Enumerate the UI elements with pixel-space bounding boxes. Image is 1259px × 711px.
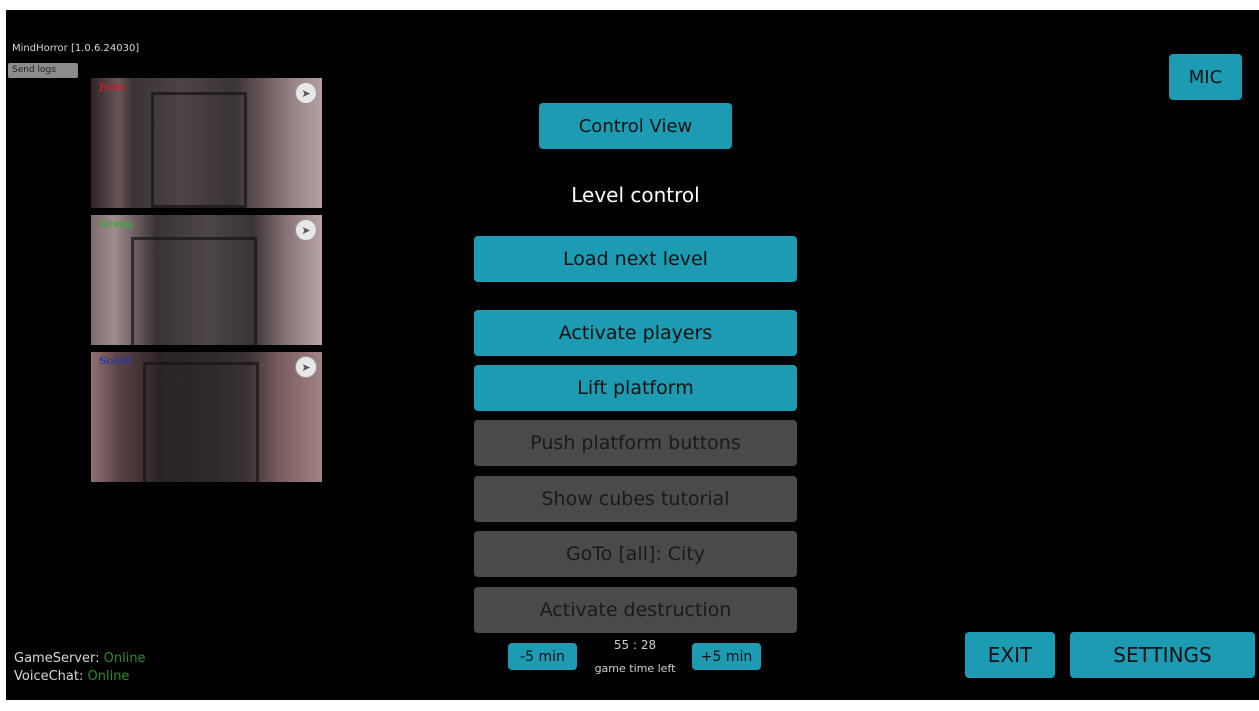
send-logs-button[interactable]: Send logs <box>8 63 78 78</box>
decrease-time-button[interactable]: -5 min <box>508 643 577 670</box>
player-camera-feed[interactable]: Scotti ➤ <box>91 352 322 482</box>
exit-button[interactable]: EXIT <box>965 632 1055 678</box>
feed-frame <box>131 237 257 345</box>
game-server-status: GameServer: Online <box>14 651 146 666</box>
voice-chat-value: Online <box>87 669 130 684</box>
player-camera-feed[interactable]: Jonn ➤ <box>91 78 322 208</box>
player-name-label: Scotti <box>99 356 133 367</box>
voice-chat-status: VoiceChat: Online <box>14 669 129 684</box>
navigation-arrow-icon[interactable]: ➤ <box>295 82 317 104</box>
app-version-label: MindHorror [1.0.6.24030] <box>12 43 140 54</box>
show-cubes-tutorial-button[interactable]: Show cubes tutorial <box>474 476 797 522</box>
lift-platform-button[interactable]: Lift platform <box>474 365 797 411</box>
game-server-value: Online <box>103 651 146 666</box>
level-control-title: Level control <box>571 183 700 207</box>
settings-button[interactable]: SETTINGS <box>1070 632 1255 678</box>
feed-frame <box>143 362 259 482</box>
feed-frame <box>151 92 247 208</box>
game-control-screen: MindHorror [1.0.6.24030] Send logs Jonn … <box>6 10 1259 700</box>
game-server-label: GameServer: <box>14 651 100 666</box>
time-left-caption: game time left <box>594 662 676 675</box>
increase-time-button[interactable]: +5 min <box>692 643 761 670</box>
activate-players-button[interactable]: Activate players <box>474 310 797 356</box>
control-view-button[interactable]: Control View <box>539 103 732 149</box>
goto-city-button[interactable]: GoTo [all]: City <box>474 531 797 577</box>
navigation-arrow-icon[interactable]: ➤ <box>295 219 317 241</box>
activate-destruction-button[interactable]: Activate destruction <box>474 587 797 633</box>
navigation-arrow-icon[interactable]: ➤ <box>295 356 317 378</box>
player-camera-feed[interactable]: Gregn ➤ <box>91 215 322 345</box>
load-next-level-button[interactable]: Load next level <box>474 236 797 282</box>
voice-chat-label: VoiceChat: <box>14 669 84 684</box>
mic-button[interactable]: MIC <box>1169 54 1242 100</box>
push-platform-buttons-button[interactable]: Push platform buttons <box>474 420 797 466</box>
time-left-value: 55 : 28 <box>613 638 657 652</box>
player-name-label: Jonn <box>99 82 125 93</box>
player-name-label: Gregn <box>99 219 134 230</box>
